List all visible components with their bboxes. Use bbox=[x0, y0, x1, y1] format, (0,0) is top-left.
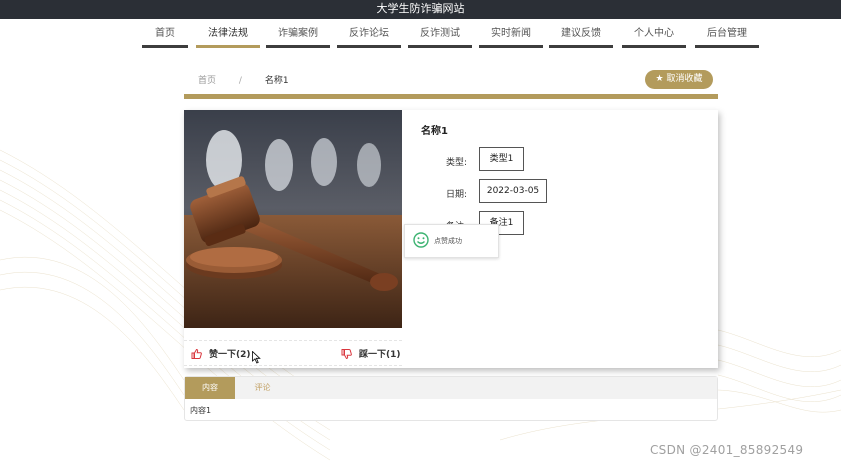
smile-icon bbox=[413, 232, 429, 248]
nav-item-admin[interactable]: 后台管理 bbox=[695, 27, 759, 48]
field-label-type: 类型: bbox=[446, 158, 468, 168]
nav-item-laws[interactable]: 法律法规 bbox=[196, 27, 260, 48]
tab-content-text: 内容1 bbox=[190, 406, 212, 415]
nav-item-fraud-cases[interactable]: 诈骗案例 bbox=[266, 27, 330, 48]
tab-content[interactable]: 内容 bbox=[185, 377, 235, 399]
dislike-label: 踩一下(1) bbox=[359, 350, 401, 360]
nav-item-feedback[interactable]: 建议反馈 bbox=[549, 27, 613, 48]
site-title-bar: 大学生防诈骗网站 bbox=[0, 0, 841, 19]
field-label-date: 日期: bbox=[446, 190, 468, 200]
mouse-cursor-icon bbox=[252, 351, 261, 364]
breadcrumb-current: 名称1 bbox=[264, 76, 289, 86]
item-image bbox=[184, 110, 402, 328]
section-divider bbox=[184, 94, 718, 99]
content-tabs-panel: 内容 评论 内容1 bbox=[184, 376, 718, 421]
field-value-date: 2022-03-05 bbox=[479, 179, 547, 203]
success-toast: 点赞成功 bbox=[404, 224, 499, 258]
main-nav: 首页 法律法规 诈骗案例 反诈论坛 反诈测试 实时新闻 建议反馈 个人中心 后台… bbox=[0, 19, 841, 49]
thumbs-up-icon bbox=[191, 348, 202, 359]
nav-item-news[interactable]: 实时新闻 bbox=[479, 27, 543, 48]
breadcrumb: 首页 / 名称1 bbox=[184, 73, 289, 86]
nav-item-home[interactable]: 首页 bbox=[142, 27, 188, 48]
site-title: 大学生防诈骗网站 bbox=[376, 2, 465, 15]
tab-comments[interactable]: 评论 bbox=[235, 377, 290, 399]
nav-item-test[interactable]: 反诈测试 bbox=[408, 27, 472, 48]
nav-item-profile[interactable]: 个人中心 bbox=[622, 27, 686, 48]
item-title: 名称1 bbox=[421, 126, 448, 137]
thumbs-down-icon bbox=[341, 348, 352, 359]
vote-row: 赞一下(2) 踩一下(1) bbox=[184, 340, 402, 366]
nav-item-forum[interactable]: 反诈论坛 bbox=[337, 27, 401, 48]
unfavorite-label: 取消收藏 bbox=[666, 74, 703, 84]
breadcrumb-separator: / bbox=[238, 76, 242, 86]
like-button[interactable]: 赞一下(2) bbox=[191, 347, 251, 360]
csdn-watermark: CSDN @2401_85892549 bbox=[650, 443, 804, 457]
gavel-photo bbox=[184, 110, 402, 328]
field-value-type: 类型1 bbox=[479, 147, 524, 171]
like-label: 赞一下(2) bbox=[209, 350, 251, 360]
unfavorite-button[interactable]: ★ 取消收藏 bbox=[645, 70, 713, 89]
toast-message: 点赞成功 bbox=[434, 237, 462, 245]
dislike-button[interactable]: 踩一下(1) bbox=[341, 347, 401, 360]
star-icon: ★ bbox=[655, 74, 664, 84]
breadcrumb-home[interactable]: 首页 bbox=[198, 73, 216, 86]
tab-header: 内容 评论 bbox=[185, 377, 717, 399]
